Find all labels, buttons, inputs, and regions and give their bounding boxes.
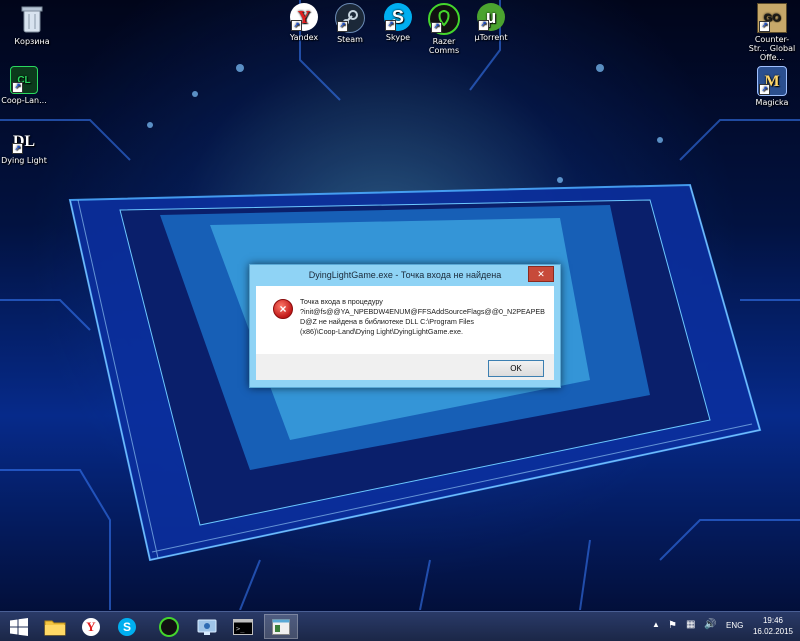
desktop-icon-label: Counter-Str... Global Offe...: [748, 35, 796, 62]
shortcut-arrow-icon: ↗: [12, 143, 23, 154]
desktop-icon-csgo[interactable]: GO ↗ Counter-Str... Global Offe...: [740, 3, 800, 62]
desktop-icon-label: µTorrent: [474, 33, 508, 42]
start-button[interactable]: [2, 614, 36, 639]
svg-text:>_: >_: [236, 625, 245, 633]
utorrent-icon: µ ↗: [477, 3, 505, 31]
taskbar-network-tool[interactable]: [190, 614, 224, 639]
shortcut-arrow-icon: ↗: [759, 21, 770, 32]
shortcut-arrow-icon: ↗: [385, 20, 396, 31]
tray-flag-icon[interactable]: ⚑: [668, 620, 677, 631]
desktop-icon-dying-light[interactable]: DL ↗ Dying Light: [0, 128, 56, 165]
windows-logo-icon: [10, 617, 28, 636]
magicka-icon: M ↗: [757, 66, 787, 96]
taskbar-file-explorer[interactable]: [38, 614, 72, 639]
error-dialog: DyingLightGame.exe - Точка входа не найд…: [249, 264, 561, 388]
shortcut-arrow-icon: ↗: [337, 21, 348, 32]
dialog-body: × Точка входа в процедуру ?init@fs@@YA_N…: [256, 286, 554, 354]
taskbar-yandex[interactable]: Y: [74, 614, 108, 639]
tray-chevron-icon[interactable]: ▲: [652, 620, 660, 629]
skype-icon: S: [118, 617, 136, 636]
dialog-titlebar[interactable]: DyingLightGame.exe - Точка входа не найд…: [250, 265, 560, 285]
desktop-icon-label: Корзина: [14, 37, 50, 46]
language-indicator[interactable]: ENG: [726, 621, 743, 630]
dialog-footer: OK: [256, 354, 554, 380]
shortcut-arrow-icon: ↗: [478, 20, 489, 31]
taskbar: Y S >_ ▲ ⚑ ▦ 🔊 ENG 19:46 16.02.2015: [0, 611, 800, 641]
shortcut-arrow-icon: ↗: [431, 22, 442, 33]
shortcut-arrow-icon: ↗: [12, 82, 23, 93]
dialog-title: DyingLightGame.exe - Точка входа не найд…: [308, 270, 502, 280]
folder-icon: [44, 620, 66, 635]
shortcut-arrow-icon: ↗: [759, 84, 770, 95]
tray-volume-icon[interactable]: 🔊: [704, 619, 716, 630]
system-tray: ▲ ⚑ ▦ 🔊 ENG 19:46 16.02.2015: [640, 612, 800, 641]
dialog-message: Точка входа в процедуру ?init@fs@@YA_NPE…: [300, 297, 548, 337]
recycle-bin-icon: [16, 3, 48, 35]
shortcut-arrow-icon: ↗: [291, 20, 302, 31]
skype-icon: S ↗: [384, 3, 412, 31]
desktop-icon-coop-land[interactable]: CL ↗ Coop-Lan...: [0, 66, 56, 105]
taskbar-command-prompt[interactable]: >_: [226, 614, 260, 639]
close-icon: ✕: [537, 269, 545, 279]
network-icon: [197, 619, 217, 635]
desktop-icon-utorrent[interactable]: µ ↗ µTorrent: [459, 3, 523, 42]
razer-comms-icon: [159, 616, 179, 637]
clock-date: 16.02.2015: [752, 627, 794, 636]
coop-land-icon: CL ↗: [10, 66, 38, 94]
taskbar-razer-comms[interactable]: [152, 614, 186, 639]
message-line: Точка входа в процедуру: [300, 297, 383, 306]
desktop-icon-label: Dying Light: [1, 156, 47, 165]
message-line: ?init@fs@@YA_NPEBDW4ENUM@FFSAddSourceFla…: [300, 307, 545, 316]
clock[interactable]: 19:46 16.02.2015: [750, 615, 796, 637]
desktop-icon-label: Coop-Lan...: [1, 96, 47, 105]
steam-icon: ↗: [335, 3, 365, 33]
desktop-icon-magicka[interactable]: M ↗ Magicka: [740, 66, 800, 107]
yandex-icon: Y ↗: [290, 3, 318, 31]
dying-light-window-icon: [272, 618, 290, 635]
error-icon: ×: [273, 299, 293, 319]
razer-comms-icon: ↗: [428, 3, 460, 35]
desktop-icon-label: Magicka: [755, 98, 789, 107]
clock-time: 19:46: [762, 616, 784, 625]
dying-light-icon: DL ↗: [12, 132, 36, 154]
csgo-icon: GO ↗: [757, 3, 787, 33]
taskbar-skype[interactable]: S: [110, 614, 144, 639]
taskbar-dying-light-app[interactable]: [264, 614, 298, 639]
message-line: (x86)\Coop-Land\Dying Light\DyingLightGa…: [300, 327, 464, 336]
message-line: D@Z не найдена в библиотеке DLL C:\Progr…: [300, 317, 475, 326]
tray-network-icon[interactable]: ▦: [686, 619, 695, 630]
close-button[interactable]: ✕: [528, 266, 554, 282]
cmd-icon: >_: [233, 618, 253, 635]
yandex-icon: Y: [82, 617, 100, 636]
ok-button[interactable]: OK: [488, 360, 544, 377]
desktop-icon-recycle-bin[interactable]: Корзина: [0, 3, 64, 46]
